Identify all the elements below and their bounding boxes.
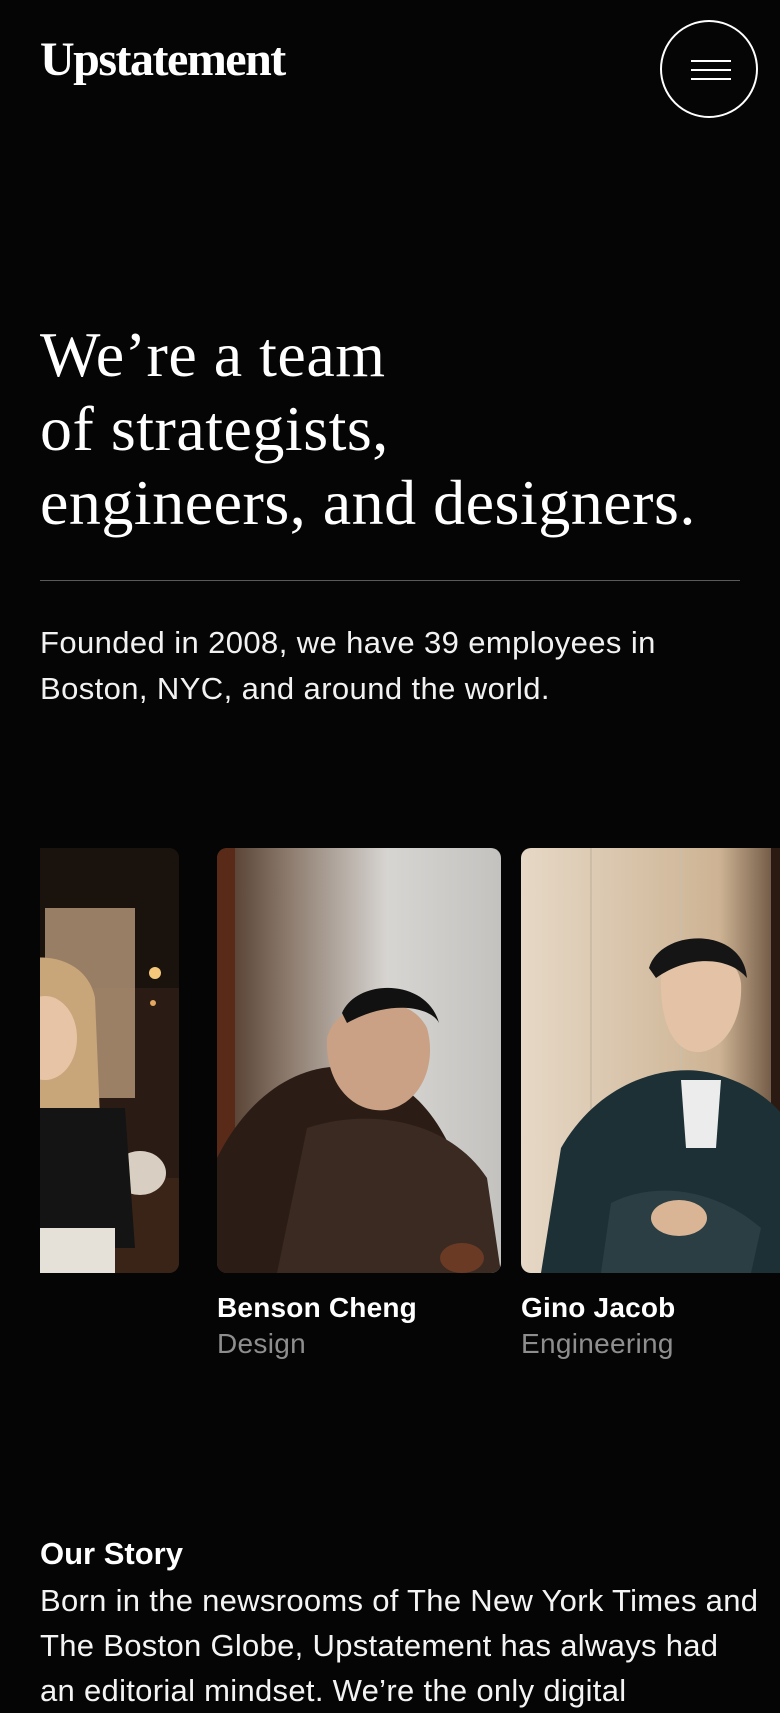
team-member-photo <box>217 848 501 1273</box>
team-member-name: Benson Cheng <box>217 1292 417 1323</box>
hero-heading-line: We’re a team <box>40 319 386 390</box>
site-logo[interactable]: Upstatement <box>40 36 286 84</box>
team-member-photo <box>521 848 780 1273</box>
menu-button[interactable] <box>660 20 758 118</box>
hero-heading-line: of strategists, <box>40 393 389 464</box>
team-member-department: Design <box>217 1328 306 1359</box>
team-member-name: Gino Jacob <box>521 1292 676 1323</box>
story-body: Born in the newsrooms of The New York Ti… <box>40 1583 759 1708</box>
team-carousel[interactable]: wers s <box>0 848 780 1368</box>
hero-heading: We’re a team of strategists, engineers, … <box>40 318 760 540</box>
hero-heading-line: engineers, and designers. <box>40 467 696 538</box>
intro-text: Founded in 2008, we have 39 employees in… <box>40 625 656 706</box>
team-member-department: Engineering <box>521 1328 674 1359</box>
section-divider <box>40 580 740 581</box>
site-header: Upstatement <box>0 0 780 140</box>
story-heading: Our Story <box>40 1536 183 1571</box>
carousel-left-mask <box>0 848 40 1368</box>
